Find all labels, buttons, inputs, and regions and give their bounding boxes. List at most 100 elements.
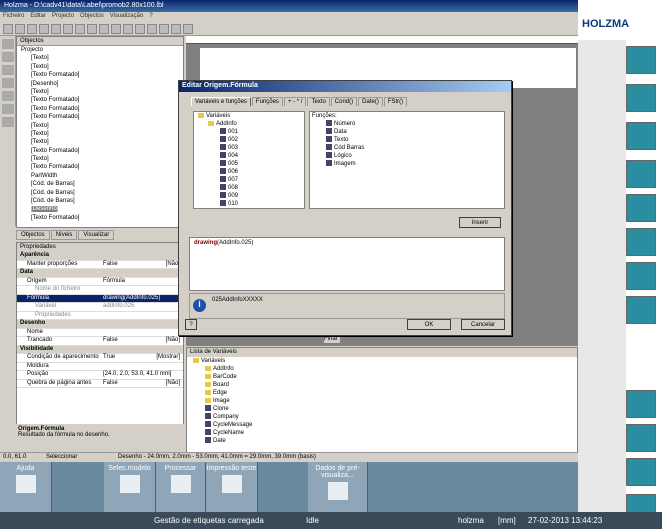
toolbar-button-icon[interactable] (3, 24, 13, 34)
bottom-button-3[interactable]: Impressão teste (206, 462, 258, 514)
insert-button[interactable]: Inserir (459, 217, 501, 228)
variable-row[interactable]: Edge (187, 389, 577, 397)
image-tool-icon[interactable] (2, 117, 14, 127)
sidebar-tool-icon[interactable] (626, 424, 656, 452)
dialog-tab-2[interactable]: + - * / (283, 97, 307, 106)
object-row[interactable]: [Texto] (17, 63, 183, 71)
menu-item-1[interactable]: Editar (30, 13, 46, 19)
function-row[interactable]: Imagem (310, 160, 504, 168)
bottom-button-0[interactable]: Ajuda (0, 462, 52, 514)
sidebar-tool-icon[interactable] (626, 46, 656, 74)
toolbar-button-icon[interactable] (183, 24, 193, 34)
sidebar-tool-icon[interactable] (626, 458, 656, 486)
ellipse-tool-icon[interactable] (2, 91, 14, 101)
tree-row[interactable]: 002 (194, 136, 304, 144)
object-row[interactable]: Projecto (17, 46, 183, 54)
bottom-button-2[interactable]: Processar (156, 462, 206, 514)
toolbar-button-icon[interactable] (111, 24, 121, 34)
object-row[interactable]: [Cód. de Barras] (17, 180, 183, 188)
line-tool-icon[interactable] (2, 65, 14, 75)
object-row[interactable]: [Texto Formatado] (17, 214, 183, 222)
variable-row[interactable]: BarCode (187, 373, 577, 381)
toolbar-button-icon[interactable] (63, 24, 73, 34)
property-row[interactable]: Propriedades (17, 312, 183, 320)
dialog-tab-3[interactable]: Texto (307, 97, 330, 106)
object-row[interactable]: [Texto] (17, 88, 183, 96)
variable-row[interactable]: CycleName (187, 429, 577, 437)
tree-row[interactable]: 001 (194, 128, 304, 136)
tree-row[interactable]: 004 (194, 152, 304, 160)
variable-row[interactable]: Clone (187, 405, 577, 413)
object-row[interactable]: [Desenho] (17, 80, 183, 88)
sidebar-tool-icon[interactable] (626, 84, 656, 112)
text-tool-icon[interactable] (2, 52, 14, 62)
object-row[interactable]: [Texto Formatado] (17, 71, 183, 79)
object-row[interactable]: [Texto] (17, 138, 183, 146)
function-row[interactable]: Lógico (310, 152, 504, 160)
left-tab-1[interactable]: Níveis (50, 230, 78, 240)
formula-editor[interactable]: drawing(AddInfo.025) (189, 237, 505, 291)
object-row[interactable]: [Texto Formatado] (17, 96, 183, 104)
variables-root[interactable]: Variáveis (187, 357, 577, 365)
menu-item-5[interactable]: ? (149, 13, 152, 19)
object-row[interactable]: PartWidth (17, 172, 183, 180)
toolbar-button-icon[interactable] (15, 24, 25, 34)
toolbar-button-icon[interactable] (75, 24, 85, 34)
function-row[interactable]: Data (310, 128, 504, 136)
toolbar-button-icon[interactable] (135, 24, 145, 34)
variable-row[interactable]: Image (187, 397, 577, 405)
property-row[interactable]: Posição [24.0, 2.0, 53.0, 41.0 mm] (17, 371, 183, 380)
object-row[interactable]: [Texto Formatado] (17, 105, 183, 113)
property-row[interactable]: Origem Fórmula (17, 278, 183, 286)
variable-row[interactable]: CycleMessage (187, 421, 577, 429)
dialog-tab-5[interactable]: Date() (358, 97, 383, 106)
sidebar-tool-icon[interactable] (626, 262, 656, 290)
toolbar-button-icon[interactable] (99, 24, 109, 34)
ok-button[interactable]: OK (407, 319, 451, 330)
bottom-button-4[interactable]: Dados de pré-visualiza... (308, 462, 368, 514)
tree-row[interactable]: 009 (194, 192, 304, 200)
menu-item-2[interactable]: Projecto (52, 13, 74, 19)
help-button[interactable]: ? (185, 319, 197, 330)
object-row[interactable]: [Texto] (17, 130, 183, 138)
sidebar-tool-icon[interactable] (626, 122, 656, 150)
tree-row[interactable]: 010 (194, 200, 304, 208)
property-row[interactable]: Nome (17, 329, 183, 337)
toolbar-button-icon[interactable] (27, 24, 37, 34)
dialog-tab-4[interactable]: Cond() (330, 97, 358, 106)
dialog-tab-0[interactable]: Variáveis e funções (191, 97, 251, 106)
object-row[interactable]: [Texto] (17, 54, 183, 62)
menu-item-4[interactable]: Visualização (110, 13, 144, 19)
cancel-button[interactable]: Cancelar (461, 319, 505, 330)
tree-row[interactable]: 005 (194, 160, 304, 168)
dialog-tab-1[interactable]: Funções (251, 97, 283, 106)
menu-item-3[interactable]: Objectos (80, 13, 104, 19)
barcode-tool-icon[interactable] (2, 104, 14, 114)
object-row[interactable]: [Texto Formatado] (17, 113, 183, 121)
sidebar-tool-icon[interactable] (626, 228, 656, 256)
property-row[interactable]: Condição de aparecimento True [Mostrar] (17, 354, 183, 363)
function-row[interactable]: Texto (310, 136, 504, 144)
tree-row[interactable]: Variáveis (194, 112, 304, 120)
object-row[interactable]: [Texto Formatado] (17, 163, 183, 171)
variable-row[interactable]: AddInfo (187, 365, 577, 373)
property-row[interactable]: Trancado False [Não] (17, 337, 183, 346)
sidebar-tool-icon[interactable] (626, 390, 656, 418)
property-row[interactable]: Fórmula drawing(AddInfo.025) (17, 294, 183, 303)
rect-tool-icon[interactable] (2, 78, 14, 88)
object-row[interactable]: [Cód. de Barras] (17, 189, 183, 197)
property-row[interactable]: Quebra de página antes False [Não] (17, 380, 183, 388)
object-row[interactable]: [Cód. de Barras] (17, 197, 183, 205)
object-row[interactable]: [Texto] (17, 122, 183, 130)
left-tab-2[interactable]: Visualizar (78, 230, 115, 240)
sidebar-tool-icon[interactable] (626, 160, 656, 188)
function-row[interactable]: Número (310, 120, 504, 128)
dialog-tab-6[interactable]: FStr() (383, 97, 408, 106)
variable-row[interactable]: Board (187, 381, 577, 389)
tree-row[interactable]: AddInfo (194, 120, 304, 128)
menu-item-0[interactable]: Ficheiro (3, 13, 24, 19)
tree-row[interactable]: 008 (194, 184, 304, 192)
property-row[interactable]: Variável addinfo.025 (17, 303, 183, 312)
toolbar-button-icon[interactable] (171, 24, 181, 34)
variable-row[interactable]: Company (187, 413, 577, 421)
